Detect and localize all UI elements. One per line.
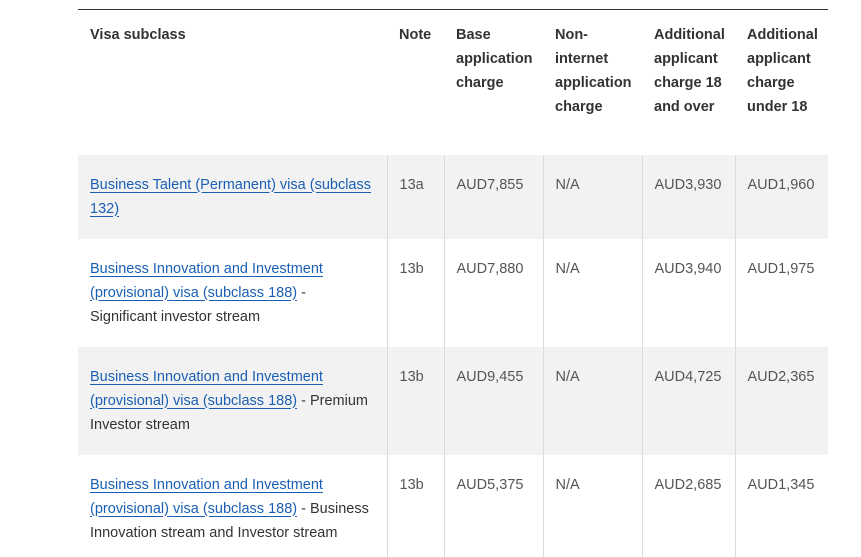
additional-18-over-cell: AUD4,725 (641, 346, 735, 455)
base-charge-cell: AUD7,880 (443, 238, 543, 347)
table-row: Business Innovation and Investment (prov… (78, 346, 828, 455)
visa-link[interactable]: Business Talent (Permanent) visa (subcla… (90, 177, 371, 217)
note-cell: 13b (386, 238, 444, 347)
visa-link[interactable]: Business Innovation and Investment (prov… (90, 477, 323, 517)
base-charge-cell: AUD7,855 (443, 154, 543, 239)
header-base-application-charge: Base application charge (456, 27, 533, 91)
non-internet-charge-cell: N/A (542, 346, 642, 455)
additional-under-18-cell: AUD1,960 (734, 154, 828, 239)
visa-subclass-cell: Business Talent (Permanent) visa (subcla… (78, 154, 387, 239)
visa-charges-table-wrapper: Visa subclass Note Base application char… (78, 9, 828, 557)
additional-18-over-cell: AUD3,930 (641, 154, 735, 239)
non-internet-charge-cell: N/A (542, 238, 642, 347)
header-additional-applicant-18-over: Additional applicant charge 18 and over (654, 27, 725, 115)
visa-subclass-cell: Business Innovation and Investment (prov… (78, 455, 387, 557)
note-cell: 13b (386, 346, 444, 455)
additional-under-18-cell: AUD1,975 (734, 238, 828, 347)
non-internet-charge-cell: N/A (542, 454, 642, 557)
additional-under-18-cell: AUD2,365 (734, 346, 828, 455)
visa-subclass-cell: Business Innovation and Investment (prov… (78, 346, 387, 455)
base-charge-cell: AUD5,375 (443, 454, 543, 557)
table-row: Business Innovation and Investment (prov… (78, 238, 828, 347)
visa-link[interactable]: Business Innovation and Investment (prov… (90, 261, 323, 301)
visa-subclass-cell: Business Innovation and Investment (prov… (78, 239, 387, 347)
table-row: Business Talent (Permanent) visa (subcla… (78, 154, 828, 239)
visa-link[interactable]: Business Innovation and Investment (prov… (90, 369, 323, 409)
note-cell: 13a (386, 154, 444, 239)
additional-18-over-cell: AUD2,685 (641, 454, 735, 557)
additional-under-18-cell: AUD1,345 (734, 454, 828, 557)
table-header-row: Visa subclass Note Base application char… (78, 10, 828, 155)
base-charge-cell: AUD9,455 (443, 346, 543, 455)
non-internet-charge-cell: N/A (542, 154, 642, 239)
header-non-internet-application-charge: Non-internet application charge (555, 27, 632, 115)
header-visa-subclass: Visa subclass (90, 27, 186, 43)
header-note: Note (399, 27, 432, 43)
header-additional-applicant-under-18: Additional applicant charge under 18 (747, 27, 818, 115)
table-row: Business Innovation and Investment (prov… (78, 454, 828, 557)
visa-charges-table: Visa subclass Note Base application char… (78, 9, 828, 557)
additional-18-over-cell: AUD3,940 (641, 238, 735, 347)
note-cell: 13b (386, 454, 444, 557)
